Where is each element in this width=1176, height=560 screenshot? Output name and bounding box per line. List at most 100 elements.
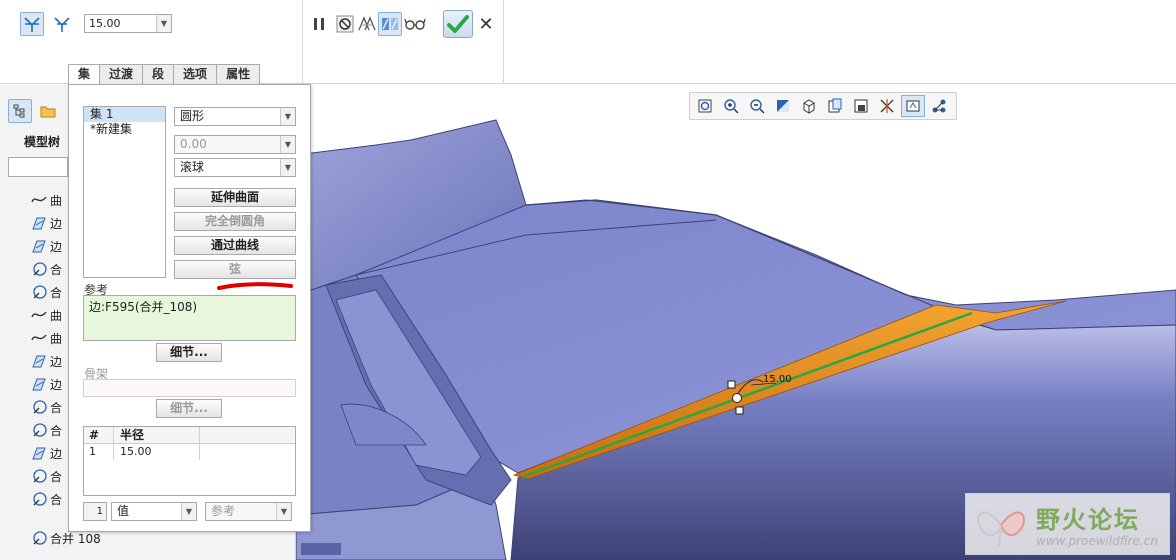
column-header: # — [84, 427, 114, 443]
tree-item[interactable]: 边 — [30, 212, 62, 234]
merge-icon — [30, 468, 48, 484]
radius-index-spinner[interactable]: 1 — [83, 502, 107, 521]
column-header: 半径 — [114, 427, 200, 443]
annotation-display-icon[interactable] — [901, 95, 925, 117]
saved-views-icon[interactable] — [823, 95, 847, 117]
divider — [302, 0, 303, 84]
curve-icon — [30, 307, 48, 323]
skeleton-collector — [83, 379, 296, 397]
edge-round-icon — [30, 353, 48, 369]
radius-value: 15.00 — [89, 17, 121, 30]
chevron-down-icon: ▼ — [276, 503, 291, 520]
edge-round-icon — [30, 215, 48, 231]
graphics-viewport[interactable]: 15.00 — [296, 85, 1176, 560]
set-list-item[interactable]: *新建集 — [84, 122, 165, 137]
confirm-button[interactable] — [443, 10, 473, 38]
cancel-button[interactable]: ✕ — [476, 12, 496, 36]
glasses-icon[interactable] — [403, 12, 427, 36]
datum-display-icon[interactable] — [875, 95, 899, 117]
red-highlight-underline — [217, 282, 293, 290]
tree-item[interactable]: 合 — [30, 396, 62, 418]
chevron-down-icon: ▼ — [280, 108, 295, 125]
zoom-out-icon[interactable] — [745, 95, 769, 117]
tree-item[interactable]: 曲 — [30, 327, 62, 349]
shape-select[interactable]: 圆形 ▼ — [174, 107, 296, 126]
zoom-in-icon[interactable] — [719, 95, 743, 117]
merge-icon — [30, 261, 48, 277]
set-list-item[interactable]: 集 1 — [84, 107, 165, 122]
dashboard-tabs: 集 过渡 段 选项 属性 — [68, 64, 261, 86]
merge-icon — [30, 399, 48, 415]
row-index: 1 — [84, 444, 114, 460]
refit-icon[interactable] — [693, 95, 717, 117]
tree-item[interactable]: 边 — [30, 235, 62, 257]
radius-table[interactable]: # 半径 1 15.00 — [83, 426, 296, 496]
spin-center-icon[interactable] — [927, 95, 951, 117]
view-toolbar — [689, 92, 957, 120]
shape-select-value: 圆形 — [180, 109, 205, 123]
tree-item[interactable]: 合 — [30, 281, 62, 303]
merge-icon — [30, 422, 48, 438]
tree-search-input[interactable] — [8, 157, 68, 177]
butterfly-logo — [977, 511, 1025, 547]
display-style-icon[interactable] — [797, 95, 821, 117]
transition-mode-icon[interactable] — [50, 12, 74, 36]
radius-cell[interactable]: 15.00 — [114, 444, 200, 460]
no-preview-icon[interactable] — [333, 12, 357, 36]
table-row[interactable]: 1 15.00 — [84, 444, 295, 460]
reference-mode-select: 参考 ▼ — [205, 502, 292, 521]
tab-options[interactable]: 选项 — [173, 64, 218, 85]
tree-item[interactable]: 合 — [30, 258, 62, 280]
references-collector[interactable]: 边:F595(合并_108) — [83, 295, 296, 341]
tree-item[interactable]: 合 — [30, 419, 62, 441]
skeleton-details-button: 细节... — [156, 399, 222, 418]
details-button[interactable]: 细节... — [156, 343, 222, 362]
tree-item[interactable]: 合 — [30, 488, 62, 510]
verify-preview-icon[interactable] — [378, 12, 402, 36]
tree-view-icon[interactable] — [8, 99, 32, 123]
edge-round-icon — [30, 238, 48, 254]
set-list[interactable]: 集 1 *新建集 — [83, 106, 166, 278]
tree-item[interactable]: 曲 — [30, 189, 62, 211]
full-round-button: 完全倒圆角 — [174, 212, 296, 231]
tab-sets[interactable]: 集 — [68, 64, 101, 86]
tree-item[interactable]: 边 — [30, 442, 62, 464]
radius-dimension[interactable]: 15.00 — [763, 374, 792, 385]
extend-surfaces-button[interactable]: 延伸曲面 — [174, 188, 296, 207]
merge-icon — [30, 491, 48, 507]
reference-item[interactable]: 边:F595(合并_108) — [89, 300, 197, 314]
sets-panel: 集 1 *新建集 圆形 ▼ 0.00 ▼ 滚球 ▼ 延伸曲面 完全倒圆角 通过曲线 弦… — [68, 84, 311, 532]
repaint-icon[interactable] — [771, 95, 795, 117]
folder-icon[interactable] — [36, 99, 60, 123]
tab-segments[interactable]: 段 — [142, 64, 175, 85]
curve-icon — [30, 330, 48, 346]
tree-item[interactable]: 边 — [30, 350, 62, 372]
chevron-down-icon[interactable]: ▼ — [156, 15, 171, 32]
conic-value-select: 0.00 ▼ — [174, 135, 296, 154]
tree-item[interactable]: 边 — [30, 373, 62, 395]
watermark-title: 野火论坛 — [1036, 505, 1140, 534]
tab-properties[interactable]: 属性 — [216, 64, 261, 85]
chevron-down-icon: ▼ — [181, 503, 196, 520]
through-curve-button[interactable]: 通过曲线 — [174, 236, 296, 255]
separate-preview-icon[interactable] — [355, 12, 379, 36]
edge-round-icon — [30, 445, 48, 461]
check-icon — [447, 15, 469, 33]
tree-item[interactable]: 合 — [30, 465, 62, 487]
value-mode-select[interactable]: 值 ▼ — [111, 502, 197, 521]
set-mode-icon[interactable] — [20, 12, 44, 36]
view-manager-icon[interactable] — [849, 95, 873, 117]
method-select[interactable]: 滚球 ▼ — [174, 158, 296, 177]
tab-transitions[interactable]: 过渡 — [99, 64, 144, 85]
merge-icon — [30, 530, 48, 546]
pause-icon[interactable] — [307, 12, 331, 36]
method-select-value: 滚球 — [180, 160, 205, 174]
divider — [503, 0, 504, 84]
radius-value-combo[interactable]: 15.00 ▼ — [84, 14, 172, 33]
tree-item[interactable]: 曲 — [30, 304, 62, 326]
value-mode: 值 — [117, 504, 130, 518]
chevron-down-icon: ▼ — [280, 136, 295, 153]
chevron-down-icon: ▼ — [280, 159, 295, 176]
reference-mode: 参考 — [211, 504, 236, 518]
close-icon: ✕ — [478, 13, 494, 35]
